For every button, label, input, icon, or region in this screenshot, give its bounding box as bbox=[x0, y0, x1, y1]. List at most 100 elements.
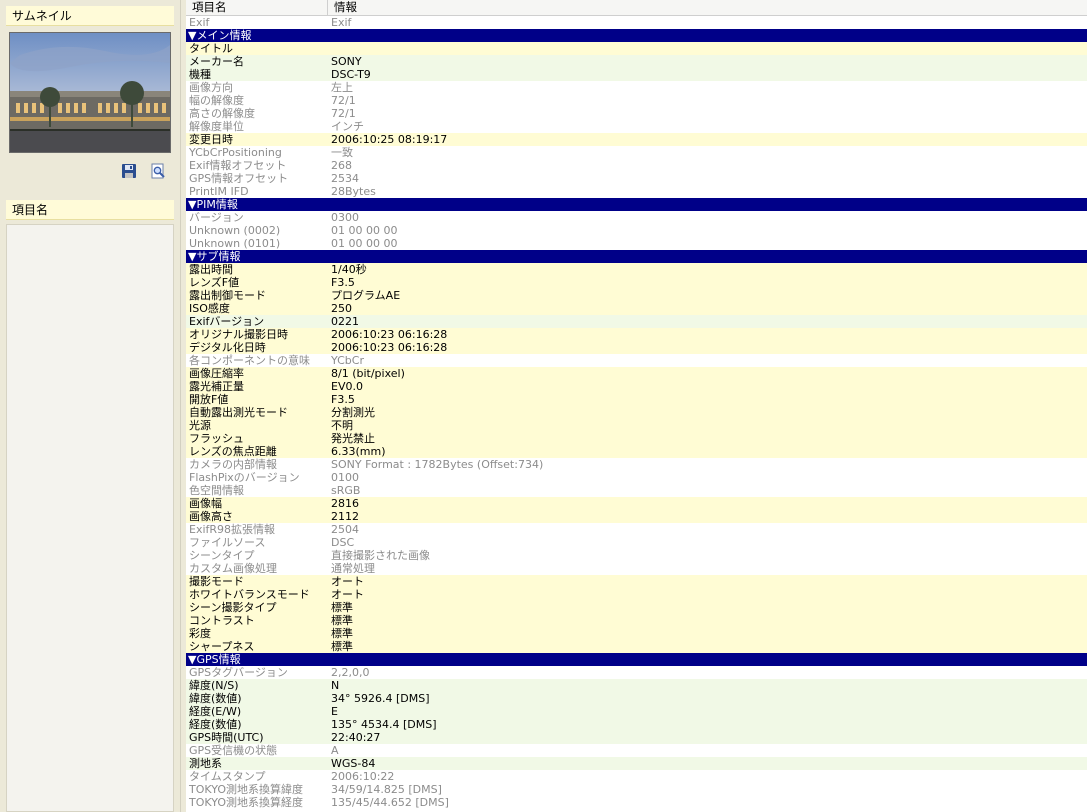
table-row[interactable]: ファイルソース DSC bbox=[186, 536, 1087, 549]
item-list[interactable] bbox=[6, 224, 174, 812]
table-row[interactable]: GPS時間(UTC) 22:40:27 bbox=[186, 731, 1087, 744]
table-row[interactable]: 光源 不明 bbox=[186, 419, 1087, 432]
item-name-cell: Unknown (0101) bbox=[189, 237, 281, 250]
table-row[interactable]: 画像幅 2816 bbox=[186, 497, 1087, 510]
table-row[interactable]: TOKYO測地系換算経度 135/45/44.652 [DMS] bbox=[186, 796, 1087, 809]
item-name-cell: YCbCrPositioning bbox=[189, 146, 282, 159]
table-row[interactable]: 解像度単位 インチ bbox=[186, 120, 1087, 133]
table-row[interactable]: PrintIM IFD 28Bytes bbox=[186, 185, 1087, 198]
table-row[interactable]: GPS受信機の状態 A bbox=[186, 744, 1087, 757]
section-header-row[interactable]: ▼メイン情報 bbox=[186, 29, 1087, 42]
table-row[interactable]: 彩度 標準 bbox=[186, 627, 1087, 640]
thumbnail-image[interactable] bbox=[9, 32, 171, 153]
info-cell: 不明 bbox=[331, 419, 353, 432]
table-row[interactable]: ISO感度 250 bbox=[186, 302, 1087, 315]
item-name-cell: ファイルソース bbox=[189, 536, 266, 549]
table-row[interactable]: タイムスタンプ 2006:10:22 bbox=[186, 770, 1087, 783]
table-row[interactable]: タイトル bbox=[186, 42, 1087, 55]
table-row[interactable]: 画像圧縮率 8/1 (bit/pixel) bbox=[186, 367, 1087, 380]
table-row[interactable]: 色空間情報 sRGB bbox=[186, 484, 1087, 497]
item-name-cell: 機種 bbox=[189, 68, 211, 81]
table-row[interactable]: Exifバージョン 0221 bbox=[186, 315, 1087, 328]
table-row[interactable]: デジタル化日時 2006:10:23 06:16:28 bbox=[186, 341, 1087, 354]
info-cell: 34° 5926.4 [DMS] bbox=[331, 692, 430, 705]
info-cell: 8/1 (bit/pixel) bbox=[331, 367, 405, 380]
table-row[interactable]: カメラの内部情報 SONY Format : 1782Bytes (Offset:… bbox=[186, 458, 1087, 471]
table-row[interactable]: 画像高さ 2112 bbox=[186, 510, 1087, 523]
item-name-cell: GPS受信機の状態 bbox=[189, 744, 278, 757]
table-row[interactable]: シーン撮影タイプ 標準 bbox=[186, 601, 1087, 614]
item-name-cell: PrintIM IFD bbox=[189, 185, 249, 198]
item-name-cell: カスタム画像処理 bbox=[189, 562, 277, 575]
table-row[interactable]: オリジナル撮影日時 2006:10:23 06:16:28 bbox=[186, 328, 1087, 341]
info-cell: 標準 bbox=[331, 601, 353, 614]
table-row[interactable]: レンズの焦点距離 6.33(mm) bbox=[186, 445, 1087, 458]
info-cell: SONY Format : 1782Bytes (Offset:734) bbox=[331, 458, 544, 471]
info-cell: 2006:10:23 06:16:28 bbox=[331, 341, 448, 354]
section-title: ▼GPS情報 bbox=[188, 653, 241, 666]
table-row[interactable]: バージョン 0300 bbox=[186, 211, 1087, 224]
section-header-row[interactable]: ▼PIM情報 bbox=[186, 198, 1087, 211]
info-cell: プログラムAE bbox=[331, 289, 401, 302]
info-cell: F3.5 bbox=[331, 393, 355, 406]
table-row[interactable]: Exif情報オフセット 268 bbox=[186, 159, 1087, 172]
table-row[interactable]: 経度(E/W) E bbox=[186, 705, 1087, 718]
table-row[interactable]: 幅の解像度 72/1 bbox=[186, 94, 1087, 107]
table-row[interactable]: ExifR98拡張情報 2504 bbox=[186, 523, 1087, 536]
table-row[interactable]: メーカー名 SONY bbox=[186, 55, 1087, 68]
item-name-cell: カメラの内部情報 bbox=[189, 458, 277, 471]
section-title: ▼PIM情報 bbox=[188, 198, 238, 211]
table-row[interactable]: 緯度(N/S) N bbox=[186, 679, 1087, 692]
zoom-icon[interactable] bbox=[150, 163, 166, 179]
table-row[interactable]: Unknown (0101) 01 00 00 00 bbox=[186, 237, 1087, 250]
table-row[interactable]: フラッシュ 発光禁止 bbox=[186, 432, 1087, 445]
table-row[interactable]: 経度(数値) 135° 4534.4 [DMS] bbox=[186, 718, 1087, 731]
table-row[interactable]: 緯度(数値) 34° 5926.4 [DMS] bbox=[186, 692, 1087, 705]
table-row[interactable]: YCbCrPositioning 一致 bbox=[186, 146, 1087, 159]
table-row[interactable]: FlashPixのバージョン 0100 bbox=[186, 471, 1087, 484]
column-header-item[interactable]: 項目名 bbox=[186, 0, 328, 15]
item-name-cell: シーンタイプ bbox=[189, 549, 255, 562]
table-row[interactable]: レンズF値 F3.5 bbox=[186, 276, 1087, 289]
table-row[interactable]: GPS情報オフセット 2534 bbox=[186, 172, 1087, 185]
table-row[interactable]: 開放F値 F3.5 bbox=[186, 393, 1087, 406]
table-row[interactable]: 機種 DSC-T9 bbox=[186, 68, 1087, 81]
table-row[interactable]: 自動露出測光モード 分割測光 bbox=[186, 406, 1087, 419]
table-row[interactable]: TOKYO測地系換算緯度 34/59/14.825 [DMS] bbox=[186, 783, 1087, 796]
table-row[interactable]: 変更日時 2006:10:25 08:19:17 bbox=[186, 133, 1087, 146]
table-row[interactable]: 露出時間 1/40秒 bbox=[186, 263, 1087, 276]
section-header-row[interactable]: ▼サブ情報 bbox=[186, 250, 1087, 263]
column-header-info[interactable]: 情報 bbox=[328, 0, 1087, 15]
item-name-cell: 露出時間 bbox=[189, 263, 233, 276]
info-cell: F3.5 bbox=[331, 276, 355, 289]
info-cell: 2504 bbox=[331, 523, 359, 536]
table-row[interactable]: コントラスト 標準 bbox=[186, 614, 1087, 627]
table-row[interactable]: 各コンポーネントの意味 YCbCr bbox=[186, 354, 1087, 367]
info-cell: SONY bbox=[331, 55, 362, 68]
table-row[interactable]: ホワイトバランスモード オート bbox=[186, 588, 1087, 601]
save-icon[interactable] bbox=[121, 163, 137, 179]
table-row[interactable]: 撮影モード オート bbox=[186, 575, 1087, 588]
table-row[interactable]: Exif Exif bbox=[186, 16, 1087, 29]
item-name-cell: Exif bbox=[189, 16, 210, 29]
info-cell: 0221 bbox=[331, 315, 359, 328]
table-row[interactable]: シーンタイプ 直接撮影された画像 bbox=[186, 549, 1087, 562]
info-cell: 72/1 bbox=[331, 107, 356, 120]
item-name-cell: TOKYO測地系換算経度 bbox=[189, 796, 303, 809]
item-name-cell: 撮影モード bbox=[189, 575, 244, 588]
table-row[interactable]: シャープネス 標準 bbox=[186, 640, 1087, 653]
info-cell: 標準 bbox=[331, 614, 353, 627]
table-row[interactable]: カスタム画像処理 通常処理 bbox=[186, 562, 1087, 575]
table-row[interactable]: GPSタグバージョン 2,2,0,0 bbox=[186, 666, 1087, 679]
table-row[interactable]: Unknown (0002) 01 00 00 00 bbox=[186, 224, 1087, 237]
item-name-cell: タイムスタンプ bbox=[189, 770, 266, 783]
table-row[interactable]: 画像方向 左上 bbox=[186, 81, 1087, 94]
item-name-cell: レンズF値 bbox=[189, 276, 240, 289]
exif-info-grid[interactable]: 項目名 情報 Exif Exif ▼メイン情報 タイトル メーカー名 SONY 機種 DSC-… bbox=[186, 0, 1087, 812]
table-row[interactable]: 高さの解像度 72/1 bbox=[186, 107, 1087, 120]
table-row[interactable]: 露出制御モード プログラムAE bbox=[186, 289, 1087, 302]
section-header-row[interactable]: ▼GPS情報 bbox=[186, 653, 1087, 666]
table-row[interactable]: 測地系 WGS-84 bbox=[186, 757, 1087, 770]
info-cell: 2112 bbox=[331, 510, 359, 523]
table-row[interactable]: 露光補正量 EV0.0 bbox=[186, 380, 1087, 393]
